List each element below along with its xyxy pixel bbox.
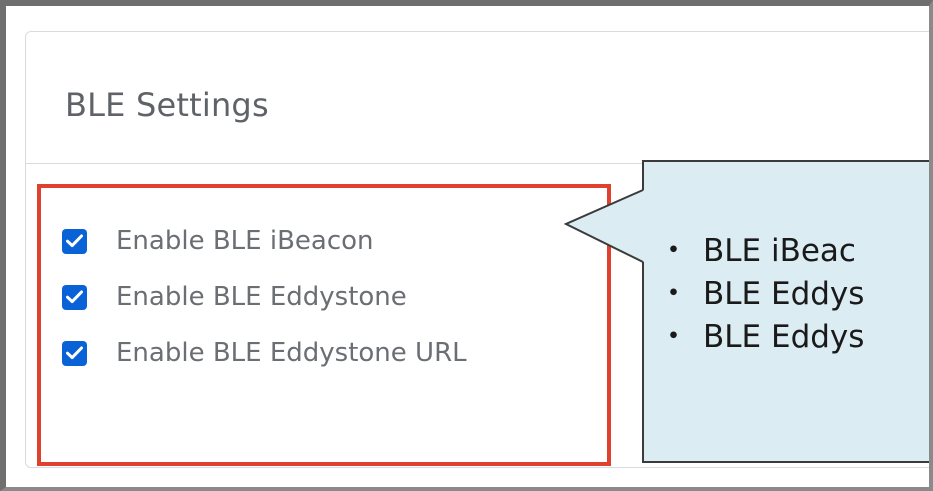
screenshot-frame: BLE Settings Enable BLE iBeacon Enable B… [0, 0, 933, 491]
callout-bullet: ・ [658, 233, 689, 269]
callout-bullet: ・ [658, 319, 689, 355]
callout-item-text: BLE iBeac [703, 233, 856, 269]
callout-item: ・ BLE iBeac [644, 230, 864, 273]
enable-ble-eddystone-url-label: Enable BLE Eddystone URL [116, 338, 467, 368]
panel-title: BLE Settings [65, 86, 269, 124]
checkmark-icon [66, 346, 83, 360]
enable-ble-ibeacon-checkbox[interactable] [62, 228, 87, 254]
checkmark-icon [66, 234, 83, 248]
enable-ble-eddystone-label: Enable BLE Eddystone [116, 282, 407, 312]
callout-item-text: BLE Eddys [703, 276, 865, 312]
enable-ble-eddystone-checkbox[interactable] [62, 284, 87, 310]
panel-header: BLE Settings [26, 32, 929, 164]
enable-ble-eddystone-option[interactable]: Enable BLE Eddystone [62, 280, 407, 314]
page: BLE Settings Enable BLE iBeacon Enable B… [6, 6, 929, 487]
callout-box: ・ BLE iBeac ・ BLE Eddys ・ BLE Eddys [642, 160, 929, 463]
callout-list: ・ BLE iBeac ・ BLE Eddys ・ BLE Eddys [644, 230, 864, 359]
checkmark-icon [66, 290, 83, 304]
callout-item: ・ BLE Eddys [644, 273, 864, 316]
enable-ble-eddystone-url-option[interactable]: Enable BLE Eddystone URL [62, 336, 467, 370]
enable-ble-ibeacon-option[interactable]: Enable BLE iBeacon [62, 224, 374, 258]
callout-item-text: BLE Eddys [703, 319, 865, 355]
enable-ble-ibeacon-label: Enable BLE iBeacon [116, 226, 374, 256]
callout-item: ・ BLE Eddys [644, 316, 864, 359]
enable-ble-eddystone-url-checkbox[interactable] [62, 340, 87, 366]
callout-bullet: ・ [658, 276, 689, 312]
